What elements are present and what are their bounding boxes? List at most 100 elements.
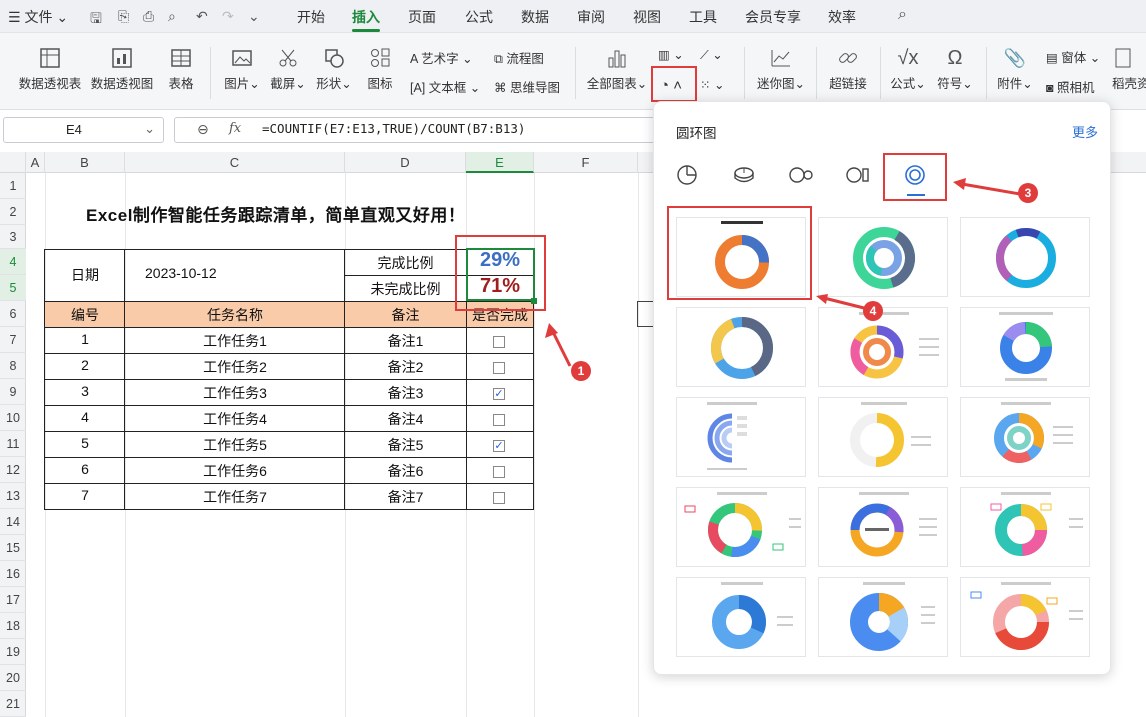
task-name[interactable]: 工作任务4 <box>125 409 345 429</box>
column-header-e[interactable]: E <box>466 152 534 173</box>
task-name[interactable]: 工作任务6 <box>125 461 345 481</box>
redo-icon[interactable]: ↷ <box>222 8 234 25</box>
file-menu[interactable]: ☰ 文件 ⌄ <box>8 7 68 27</box>
chart-template-2[interactable] <box>818 217 948 297</box>
task-note[interactable]: 备注1 <box>345 331 466 351</box>
undo-icon[interactable]: ↶ <box>196 8 208 25</box>
task-no[interactable]: 7 <box>45 487 125 503</box>
task-note[interactable]: 备注4 <box>345 409 466 429</box>
flowchart-button[interactable]: ⧉ 流程图 <box>494 48 544 67</box>
row-header[interactable]: 2 <box>0 199 26 225</box>
row-header[interactable]: 5 <box>0 275 26 301</box>
row-header[interactable]: 3 <box>0 225 26 249</box>
task-note[interactable]: 备注5 <box>345 435 466 455</box>
task-no[interactable]: 5 <box>45 435 125 451</box>
row-header[interactable]: 10 <box>0 405 26 431</box>
chart-template-10[interactable] <box>676 487 806 567</box>
fx-icon[interactable]: fx <box>229 121 241 136</box>
screenshot-button[interactable]: 截屏⌄ <box>268 43 308 92</box>
chart-template-4[interactable] <box>676 307 806 387</box>
row-header[interactable]: 16 <box>0 561 26 587</box>
zoom-icon[interactable]: ⊖ <box>197 121 209 138</box>
chart-template-6[interactable] <box>960 307 1090 387</box>
chart-template-11[interactable] <box>818 487 948 567</box>
task-name[interactable]: 工作任务5 <box>125 435 345 455</box>
column-header-a[interactable]: A <box>26 152 45 173</box>
chart-template-8[interactable] <box>818 397 948 477</box>
pie-type-tab[interactable] <box>672 160 702 190</box>
all-charts-button[interactable]: 全部图表⌄ <box>586 43 648 92</box>
tab-tools[interactable]: 工具 <box>689 7 717 27</box>
tab-home[interactable]: 开始 <box>297 7 325 27</box>
art-text-button[interactable]: A 艺术字 ⌄ <box>410 48 473 67</box>
sparkline-button[interactable]: 迷你图⌄ <box>754 43 808 92</box>
bar-of-pie-type-tab[interactable] <box>843 160 873 190</box>
row-header[interactable]: 7 <box>0 327 26 353</box>
row-header[interactable]: 11 <box>0 431 26 457</box>
task-checkbox[interactable] <box>493 362 505 374</box>
row-header[interactable]: 14 <box>0 509 26 535</box>
row-header[interactable]: 20 <box>0 665 26 691</box>
undone-ratio-label[interactable]: 未完成比例 <box>345 279 466 299</box>
row-header[interactable]: 13 <box>0 483 26 509</box>
icon-button[interactable]: 图标 <box>362 43 398 92</box>
row-header[interactable]: 8 <box>0 353 26 379</box>
chart-template-7[interactable] <box>676 397 806 477</box>
chart-template-14[interactable] <box>818 577 948 657</box>
task-note[interactable]: 备注3 <box>345 383 466 403</box>
select-all-corner[interactable] <box>0 152 26 173</box>
column-header-b[interactable]: B <box>45 152 125 173</box>
export-icon[interactable]: ⎘ <box>118 8 129 25</box>
camera-button[interactable]: ◙ 照相机 <box>1046 77 1095 96</box>
date-value[interactable]: 2023-10-12 <box>145 265 217 281</box>
row-header[interactable]: 18 <box>0 613 26 639</box>
more-link[interactable]: 更多 <box>1072 122 1098 141</box>
chart-template-5[interactable] <box>818 307 948 387</box>
task-no[interactable]: 4 <box>45 409 125 425</box>
shape-button[interactable]: 形状⌄ <box>314 43 354 92</box>
column-header-d[interactable]: D <box>345 152 466 173</box>
header-task-name[interactable]: 任务名称 <box>125 305 345 325</box>
picture-button[interactable]: 图片⌄ <box>222 43 262 92</box>
task-no[interactable]: 3 <box>45 383 125 399</box>
chart-template-15[interactable] <box>960 577 1090 657</box>
save-icon[interactable]: 🖫 <box>90 8 102 32</box>
chart-template-13[interactable] <box>676 577 806 657</box>
task-note[interactable]: 备注2 <box>345 357 466 377</box>
scatter-chart-button[interactable]: ⁙ ⌄ <box>700 77 724 92</box>
chart-template-12[interactable] <box>960 487 1090 567</box>
line-chart-button[interactable]: ⟋ ⌄ <box>700 47 723 63</box>
row-header[interactable]: 1 <box>0 173 26 199</box>
column-header-c[interactable]: C <box>125 152 345 173</box>
task-checkbox[interactable] <box>493 336 505 348</box>
pie-of-pie-type-tab[interactable] <box>786 160 816 190</box>
row-header[interactable]: 12 <box>0 457 26 483</box>
more-quick-icon[interactable]: ⌄ <box>248 8 260 25</box>
column-chart-button[interactable]: ▥ ⌄ <box>658 47 684 62</box>
column-header-f[interactable]: F <box>534 152 638 173</box>
window-button[interactable]: ▤ 窗体 ⌄ <box>1046 47 1100 66</box>
pie-3d-type-tab[interactable] <box>729 160 759 190</box>
tab-review[interactable]: 审阅 <box>577 7 605 27</box>
tab-member[interactable]: 会员专享 <box>745 7 801 27</box>
task-checkbox-checked[interactable]: ✓ <box>493 388 505 400</box>
docer-button[interactable]: 稻壳资 <box>1112 43 1146 92</box>
task-name[interactable]: 工作任务3 <box>125 383 345 403</box>
row-header[interactable]: 15 <box>0 535 26 561</box>
row-header[interactable]: 21 <box>0 691 26 717</box>
task-no[interactable]: 6 <box>45 461 125 477</box>
tab-efficiency[interactable]: 效率 <box>828 7 856 27</box>
task-no[interactable]: 2 <box>45 357 125 373</box>
sheet-title[interactable]: Excel制作智能任务跟踪清单，简单直观又好用！ <box>86 201 465 226</box>
chart-template-3[interactable] <box>960 217 1090 297</box>
row-header[interactable]: 17 <box>0 587 26 613</box>
formula-input[interactable]: =COUNTIF(E7:E13,TRUE)/COUNT(B7:B13) <box>262 121 525 136</box>
tab-view[interactable]: 视图 <box>633 7 661 27</box>
chart-template-9[interactable] <box>960 397 1090 477</box>
attachment-button[interactable]: 📎 附件⌄ <box>994 43 1036 92</box>
formula-button[interactable]: √x 公式⌄ <box>888 43 928 92</box>
hyperlink-button[interactable]: 超链接 <box>826 43 870 92</box>
mindmap-button[interactable]: ⌘ 思维导图 <box>494 77 560 96</box>
tab-formula[interactable]: 公式 <box>465 7 493 27</box>
print-preview-icon[interactable]: ⌕ <box>168 8 176 25</box>
